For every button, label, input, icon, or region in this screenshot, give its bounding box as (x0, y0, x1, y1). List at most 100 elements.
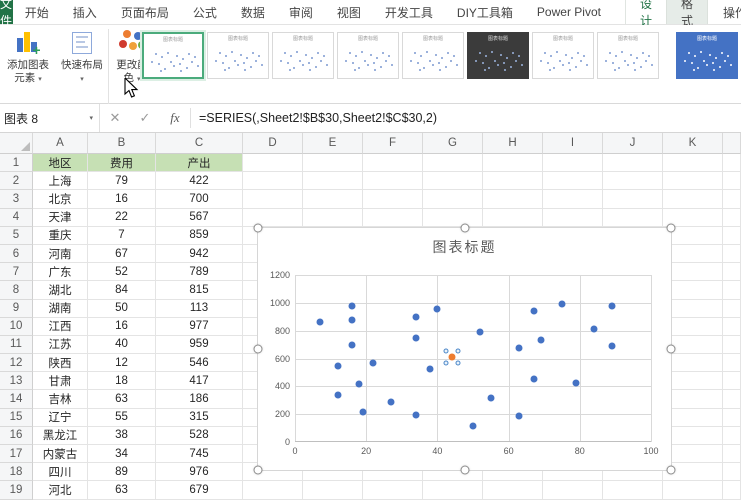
tab-格式[interactable]: 格式 (666, 0, 708, 24)
cell-B7[interactable]: 52 (88, 263, 156, 281)
cell-C5[interactable]: 859 (156, 227, 243, 245)
row-header-5[interactable]: 5 (0, 227, 33, 245)
cell-A5[interactable]: 重庆 (33, 227, 88, 245)
chart-style-5[interactable]: 图表标题 (402, 32, 464, 79)
chart-resize-handle[interactable] (254, 466, 263, 475)
cell-K8[interactable] (663, 281, 723, 299)
cell-C12[interactable]: 546 (156, 354, 243, 372)
cell-B17[interactable]: 34 (88, 445, 156, 463)
data-point[interactable] (388, 398, 395, 405)
chart-title[interactable]: 图表标题 (258, 237, 671, 257)
cell-E2[interactable] (303, 172, 363, 190)
cell-C8[interactable]: 815 (156, 281, 243, 299)
cell-1[interactable] (723, 154, 741, 172)
cell-B18[interactable]: 89 (88, 463, 156, 481)
data-point[interactable] (334, 392, 341, 399)
cell-B3[interactable]: 16 (88, 190, 156, 208)
enter-icon[interactable]: ✓ (130, 104, 160, 132)
cell-F1[interactable] (363, 154, 423, 172)
column-header-I[interactable]: I (543, 133, 603, 154)
cell-H3[interactable] (483, 190, 543, 208)
data-point[interactable] (516, 413, 523, 420)
cell-2[interactable] (723, 172, 741, 190)
cell-B9[interactable]: 50 (88, 300, 156, 318)
row-header-17[interactable]: 17 (0, 445, 33, 463)
cell-I4[interactable] (543, 209, 603, 227)
cell-B16[interactable]: 38 (88, 427, 156, 445)
cell-C2[interactable]: 422 (156, 172, 243, 190)
cell-F4[interactable] (363, 209, 423, 227)
cell-A11[interactable]: 江苏 (33, 336, 88, 354)
row-header-14[interactable]: 14 (0, 390, 33, 408)
chart-style-4[interactable]: 图表标题 (337, 32, 399, 79)
tab-插入[interactable]: 插入 (61, 0, 109, 24)
cell-7[interactable] (723, 263, 741, 281)
cell-B4[interactable]: 22 (88, 209, 156, 227)
cell-A9[interactable]: 湖南 (33, 300, 88, 318)
cell-D19[interactable] (243, 481, 303, 499)
insert-function-icon[interactable]: fx (160, 104, 190, 132)
cell-A7[interactable]: 广东 (33, 263, 88, 281)
cell-B10[interactable]: 16 (88, 318, 156, 336)
cell-J3[interactable] (603, 190, 663, 208)
tab-设计[interactable]: 设计 (626, 0, 666, 24)
cell-C10[interactable]: 977 (156, 318, 243, 336)
cell-A1[interactable]: 地区 (33, 154, 88, 172)
tab-视图[interactable]: 视图 (325, 0, 373, 24)
data-point[interactable] (573, 380, 580, 387)
row-header-1[interactable]: 1 (0, 154, 33, 172)
cell-B13[interactable]: 18 (88, 372, 156, 390)
data-point[interactable] (516, 344, 523, 351)
cell-A4[interactable]: 天津 (33, 209, 88, 227)
cell-D4[interactable] (243, 209, 303, 227)
row-header-12[interactable]: 12 (0, 354, 33, 372)
data-point[interactable] (348, 316, 355, 323)
cell-E4[interactable] (303, 209, 363, 227)
row-header-18[interactable]: 18 (0, 463, 33, 481)
data-point[interactable] (370, 360, 377, 367)
tab-审阅[interactable]: 审阅 (277, 0, 325, 24)
cell-B6[interactable]: 67 (88, 245, 156, 263)
cell-J4[interactable] (603, 209, 663, 227)
cell-B14[interactable]: 63 (88, 390, 156, 408)
cell-5[interactable] (723, 227, 741, 245)
cell-I3[interactable] (543, 190, 603, 208)
cell-K6[interactable] (663, 245, 723, 263)
cell-A15[interactable]: 辽宁 (33, 409, 88, 427)
cell-B2[interactable]: 79 (88, 172, 156, 190)
cell-F3[interactable] (363, 190, 423, 208)
cell-G2[interactable] (423, 172, 483, 190)
data-point[interactable] (559, 300, 566, 307)
cell-H1[interactable] (483, 154, 543, 172)
cell-11[interactable] (723, 336, 741, 354)
cell-8[interactable] (723, 281, 741, 299)
cell-A10[interactable]: 江西 (33, 318, 88, 336)
column-header-G[interactable]: G (423, 133, 483, 154)
cell-K13[interactable] (663, 372, 723, 390)
row-header-2[interactable]: 2 (0, 172, 33, 190)
cell-K1[interactable] (663, 154, 723, 172)
row-header-4[interactable]: 4 (0, 209, 33, 227)
cell-C13[interactable]: 417 (156, 372, 243, 390)
data-point[interactable] (413, 411, 420, 418)
data-point[interactable] (608, 303, 615, 310)
cell-3[interactable] (723, 190, 741, 208)
cell-K19[interactable] (663, 481, 723, 499)
chart-resize-handle[interactable] (461, 224, 470, 233)
data-point[interactable] (348, 341, 355, 348)
cell-C3[interactable]: 700 (156, 190, 243, 208)
cell-E3[interactable] (303, 190, 363, 208)
cell-B5[interactable]: 7 (88, 227, 156, 245)
tell-me-search[interactable]: 操作说明搜索 (708, 0, 741, 24)
row-header-7[interactable]: 7 (0, 263, 33, 281)
data-point[interactable] (334, 363, 341, 370)
cell-K9[interactable] (663, 300, 723, 318)
cell-J19[interactable] (603, 481, 663, 499)
data-point[interactable] (348, 303, 355, 310)
data-point[interactable] (359, 409, 366, 416)
cell-6[interactable] (723, 245, 741, 263)
column-header-E[interactable]: E (303, 133, 363, 154)
chart-resize-handle[interactable] (667, 466, 676, 475)
data-point[interactable] (413, 313, 420, 320)
data-point[interactable] (316, 319, 323, 326)
